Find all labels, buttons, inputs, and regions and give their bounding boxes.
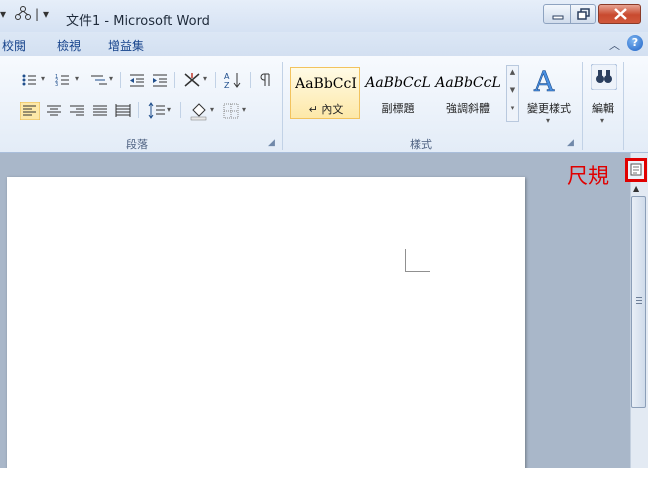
- paragraph-launcher-icon[interactable]: ◢: [268, 138, 275, 148]
- bullets-dropdown-icon[interactable]: ▾: [41, 74, 45, 83]
- thumb-grip: [636, 297, 642, 304]
- view-ruler-button[interactable]: [625, 158, 647, 182]
- title-bar: ▾ | ▾ 文件1 - Microsoft Word: [0, 0, 658, 32]
- tab-add-ins[interactable]: 增益集: [108, 37, 144, 54]
- editing-dropdown-icon[interactable]: ▾: [600, 116, 604, 125]
- paragraph-group-label: 段落: [126, 138, 148, 151]
- line-spacing-icon[interactable]: [148, 102, 166, 120]
- group-separator: [282, 62, 283, 150]
- separator: [180, 102, 181, 118]
- separator: [120, 72, 121, 88]
- styles-group-label: 樣式: [410, 138, 432, 151]
- gallery-more-icon[interactable]: ▾: [507, 104, 518, 112]
- multilevel-dropdown-icon[interactable]: ▾: [109, 74, 113, 83]
- style-name: 副標題: [381, 102, 415, 115]
- bullets-icon[interactable]: [22, 73, 40, 87]
- document-area: [0, 153, 630, 482]
- align-center-icon[interactable]: [46, 103, 62, 119]
- window-edge: [648, 0, 658, 482]
- distributed-icon[interactable]: [115, 103, 131, 119]
- sort-icon[interactable]: AZ: [224, 71, 242, 89]
- svg-text:3: 3: [55, 82, 58, 87]
- justify-icon[interactable]: [92, 103, 108, 119]
- ribbon-tabs: 校閱 檢視 增益集: [0, 32, 658, 56]
- document-page[interactable]: [7, 177, 525, 482]
- shading-dropdown-icon[interactable]: ▾: [210, 105, 214, 114]
- align-right-icon[interactable]: [69, 103, 85, 119]
- change-styles-icon[interactable]: A: [533, 64, 565, 94]
- minimize-button[interactable]: [543, 4, 571, 24]
- numbering-dropdown-icon[interactable]: ▾: [75, 74, 79, 83]
- margin-corner-mark: [405, 249, 430, 272]
- qat-customize-icon[interactable]: ▾: [43, 7, 49, 21]
- style-sample: AaBbCcL: [435, 75, 501, 91]
- window-title: 文件1 - Microsoft Word: [66, 14, 210, 29]
- ruler-annotation-label: 尺規: [567, 164, 609, 188]
- group-separator: [582, 62, 583, 150]
- show-formatting-marks-icon[interactable]: [259, 72, 273, 88]
- style-name: 強調斜體: [446, 102, 490, 115]
- style-subtitle[interactable]: AaBbCcL 副標題: [363, 67, 433, 119]
- group-separator: [623, 62, 624, 150]
- change-styles-dropdown-icon[interactable]: ▾: [546, 116, 550, 125]
- restore-button[interactable]: [570, 4, 596, 24]
- close-button[interactable]: [598, 4, 641, 24]
- separator: [138, 102, 139, 118]
- styles-launcher-icon[interactable]: ◢: [567, 138, 574, 148]
- gallery-up-icon[interactable]: ▲: [507, 68, 518, 76]
- separator: [174, 72, 175, 88]
- borders-icon[interactable]: [223, 103, 239, 119]
- styles-gallery-scroller[interactable]: ▲ ▼ ▾: [506, 65, 519, 122]
- svg-text:A: A: [224, 72, 230, 81]
- style-name: ↵ 內文: [308, 103, 344, 116]
- decrease-indent-icon[interactable]: [129, 73, 145, 87]
- style-sample: AaBbCcI: [295, 76, 357, 92]
- asian-layout-dropdown-icon[interactable]: ▾: [203, 74, 207, 83]
- window-bottom-edge: [0, 468, 658, 482]
- increase-indent-icon[interactable]: [152, 73, 168, 87]
- minimize-ribbon-icon[interactable]: ︿: [609, 37, 620, 53]
- multilevel-list-icon[interactable]: [89, 73, 109, 87]
- qat-dropdown-icon[interactable]: ▾: [0, 7, 6, 21]
- asian-layout-icon[interactable]: [183, 72, 201, 88]
- change-styles-button[interactable]: 變更樣式: [527, 100, 571, 116]
- style-sample: AaBbCcL: [365, 75, 431, 91]
- word-window: ▾ | ▾ 文件1 - Microsoft Word 校閱 檢視 增益集 ︿ ?…: [0, 0, 658, 482]
- ribbon: ▾ 123 ▾ ▾ ▾ AZ ▾ ▾ ▾ 段落 ◢ AaBbCcI ↵ 內文 A…: [0, 56, 658, 153]
- separator: [250, 72, 251, 88]
- svg-text:Z: Z: [224, 81, 230, 89]
- gallery-down-icon[interactable]: ▼: [507, 86, 518, 94]
- align-left-icon[interactable]: [20, 102, 40, 120]
- scroll-up-icon[interactable]: ▲: [633, 184, 639, 193]
- tab-review[interactable]: 校閱: [2, 37, 26, 54]
- qat-separator: |: [35, 7, 40, 21]
- editing-button[interactable]: 編輯: [592, 100, 614, 116]
- style-subtle-emphasis[interactable]: AaBbCcL 強調斜體: [433, 67, 503, 119]
- separator: [215, 72, 216, 88]
- shading-icon[interactable]: [189, 101, 209, 121]
- borders-dropdown-icon[interactable]: ▾: [242, 105, 246, 114]
- svg-text:A: A: [533, 65, 555, 94]
- style-normal[interactable]: AaBbCcI ↵ 內文: [290, 67, 360, 119]
- help-icon[interactable]: ?: [627, 35, 643, 51]
- tab-view[interactable]: 檢視: [57, 37, 81, 54]
- scroll-thumb[interactable]: [631, 196, 646, 408]
- line-spacing-dropdown-icon[interactable]: ▾: [167, 105, 171, 114]
- binoculars-icon[interactable]: [591, 64, 617, 90]
- draw-table-icon[interactable]: [15, 5, 31, 24]
- numbering-icon[interactable]: 123: [55, 73, 73, 87]
